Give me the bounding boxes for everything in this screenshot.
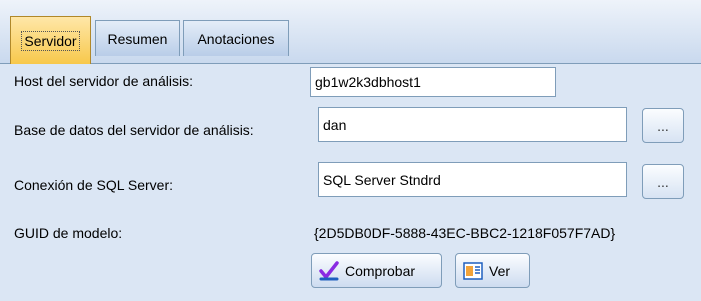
tab-anotaciones[interactable]: Anotaciones (183, 20, 289, 56)
view-button-label: Ver (489, 262, 511, 279)
database-label: Base de datos del servidor de análisis: (14, 122, 254, 138)
sql-connection-input[interactable] (318, 162, 627, 197)
host-input[interactable] (310, 67, 556, 97)
tab-servidor-label: Servidor (21, 30, 80, 51)
database-input[interactable] (318, 107, 627, 142)
view-button[interactable]: Ver (455, 253, 530, 288)
tab-strip: Servidor Resumen Anotaciones (0, 0, 701, 64)
view-icon (462, 260, 484, 282)
database-browse-button[interactable]: ... (642, 108, 684, 143)
model-guid-label: GUID de modelo: (14, 225, 123, 241)
host-label: Host del servidor de análisis: (14, 73, 193, 89)
check-button-label: Comprobar (345, 262, 416, 279)
sql-connection-label: Conexión de SQL Server: (14, 177, 174, 193)
tab-servidor[interactable]: Servidor (10, 16, 91, 64)
tab-anotaciones-label: Anotaciones (197, 30, 275, 47)
tab-resumen-label: Resumen (107, 30, 168, 47)
check-button[interactable]: Comprobar (311, 253, 442, 288)
server-settings-panel: Host del servidor de análisis: Base de d… (0, 64, 701, 301)
sql-connection-browse-button[interactable]: ... (642, 164, 684, 199)
tab-resumen[interactable]: Resumen (95, 20, 180, 56)
model-guid-value: {2D5DB0DF-5888-43EC-BBC2-1218F057F7AD} (314, 225, 616, 241)
check-icon (318, 260, 340, 282)
